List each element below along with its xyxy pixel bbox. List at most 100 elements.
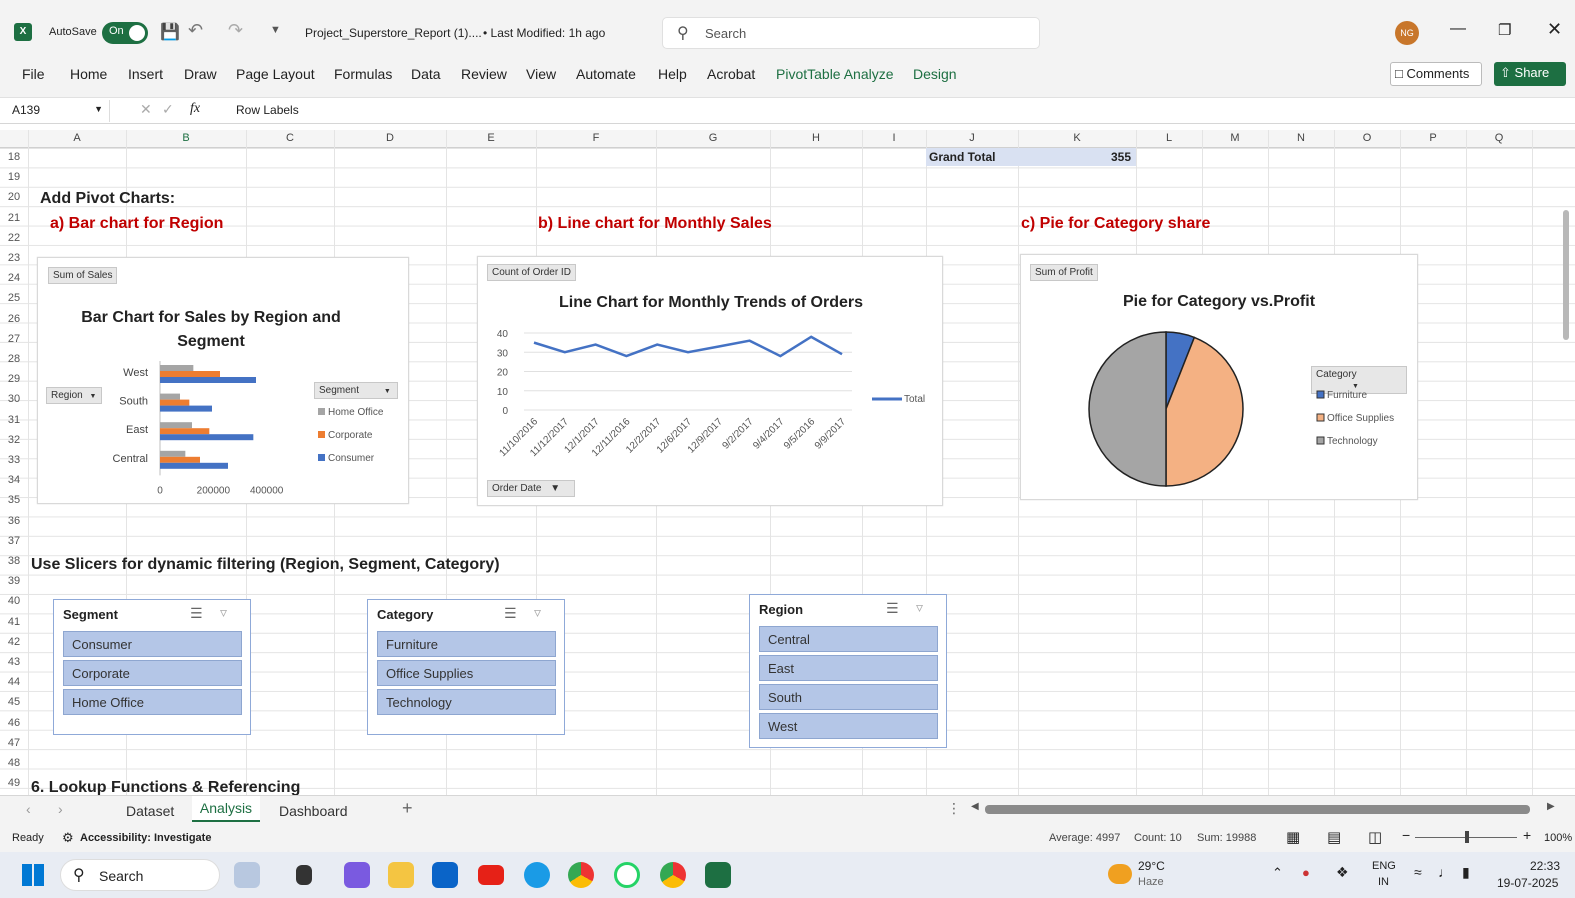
slicer-item[interactable]: Consumer <box>63 631 242 657</box>
slicer-item[interactable]: Corporate <box>63 660 242 686</box>
row-header[interactable]: 23 <box>0 252 28 264</box>
status-count[interactable]: Count: 10 <box>1134 832 1182 844</box>
row-header[interactable]: 42 <box>0 636 28 648</box>
page-break-view-icon[interactable]: ◫ <box>1368 828 1382 846</box>
whatsapp-icon[interactable] <box>614 862 640 888</box>
wifi-icon[interactable]: ≈ <box>1414 864 1422 880</box>
column-header[interactable]: Q <box>1466 132 1532 144</box>
bar-chart-heading[interactable]: a) Bar chart for Region <box>50 215 223 233</box>
row-header[interactable]: 20 <box>0 191 28 203</box>
clock-date[interactable]: 19-07-2025 <box>1497 876 1558 890</box>
copilot-icon[interactable] <box>344 862 370 888</box>
row-header[interactable]: 21 <box>0 212 28 224</box>
outlook-icon[interactable] <box>432 862 458 888</box>
row-header[interactable]: 37 <box>0 535 28 547</box>
windows-start-icon[interactable] <box>22 864 44 886</box>
menu-insert[interactable]: Insert <box>128 66 163 82</box>
battery-icon[interactable]: ▮ <box>1462 864 1470 881</box>
column-header[interactable]: F <box>536 132 656 144</box>
save-icon[interactable]: 💾 <box>160 22 180 42</box>
enter-icon[interactable]: ✓ <box>162 101 174 118</box>
sheet-tab-dataset[interactable]: Dataset <box>126 803 174 819</box>
scroll-right-icon[interactable]: ▶ <box>1547 801 1555 812</box>
row-header[interactable]: 29 <box>0 373 28 385</box>
bar-chart[interactable]: Sum of Sales Bar Chart for Sales by Regi… <box>37 257 409 504</box>
slicer-item[interactable]: Technology <box>377 689 556 715</box>
add-sheet-icon[interactable]: + <box>402 798 413 819</box>
column-header[interactable]: K <box>1018 132 1136 144</box>
multi-select-icon[interactable]: ☰ <box>190 605 203 622</box>
grand-total-value[interactable]: 355 <box>1111 150 1131 164</box>
slicer-item[interactable]: East <box>759 655 938 681</box>
row-header[interactable]: 32 <box>0 434 28 446</box>
row-header[interactable]: 31 <box>0 414 28 426</box>
row-header[interactable]: 26 <box>0 313 28 325</box>
column-header[interactable]: L <box>1136 132 1202 144</box>
search-box[interactable]: ⚲ Search <box>662 17 1040 49</box>
row-header[interactable]: 24 <box>0 272 28 284</box>
line-chart-heading[interactable]: b) Line chart for Monthly Sales <box>538 215 772 233</box>
sheet-tab-dashboard[interactable]: Dashboard <box>279 803 348 819</box>
row-header[interactable]: 41 <box>0 616 28 628</box>
row-header[interactable]: 44 <box>0 676 28 688</box>
menu-page-layout[interactable]: Page Layout <box>236 66 315 82</box>
add-pivot-heading[interactable]: Add Pivot Charts: <box>40 190 175 208</box>
cancel-icon[interactable]: ✕ <box>140 101 152 118</box>
widgets-icon[interactable] <box>234 862 260 888</box>
column-header[interactable]: P <box>1400 132 1466 144</box>
segment-slicer[interactable]: Segment ☰ ▿ Consumer Corporate Home Offi… <box>53 599 251 735</box>
column-header[interactable]: I <box>862 132 926 144</box>
excel-taskbar-icon[interactable] <box>705 862 731 888</box>
customize-icon[interactable]: ▼ <box>270 24 281 36</box>
next-sheet-icon[interactable]: › <box>58 801 63 817</box>
row-header[interactable]: 36 <box>0 515 28 527</box>
column-header[interactable]: H <box>770 132 862 144</box>
menu-design[interactable]: Design <box>913 66 957 82</box>
multi-select-icon[interactable]: ☰ <box>504 605 517 622</box>
column-header[interactable]: B <box>126 132 246 144</box>
modified-info[interactable]: • Last Modified: 1h ago <box>483 26 605 40</box>
accessibility-icon[interactable]: ⚙ <box>62 830 74 846</box>
tray-app-icon[interactable]: ● <box>1302 865 1310 880</box>
chrome-profile-icon[interactable] <box>660 862 686 888</box>
row-header[interactable]: 18 <box>0 151 28 163</box>
avatar[interactable]: NG <box>1395 21 1419 45</box>
row-header[interactable]: 38 <box>0 555 28 567</box>
row-header[interactable]: 28 <box>0 353 28 365</box>
row-header[interactable]: 27 <box>0 333 28 345</box>
file-explorer-icon[interactable] <box>388 862 414 888</box>
menu-review[interactable]: Review <box>461 66 507 82</box>
language-label[interactable]: ENG <box>1372 860 1396 872</box>
status-sum[interactable]: Sum: 19988 <box>1197 832 1256 844</box>
row-header[interactable]: 34 <box>0 474 28 486</box>
column-header[interactable]: D <box>334 132 446 144</box>
column-header[interactable]: O <box>1334 132 1400 144</box>
slicer-item[interactable]: Central <box>759 626 938 652</box>
menu-help[interactable]: Help <box>658 66 687 82</box>
row-header[interactable]: 46 <box>0 717 28 729</box>
slicers-heading[interactable]: Use Slicers for dynamic filtering (Regio… <box>31 556 500 574</box>
row-header[interactable]: 22 <box>0 232 28 244</box>
pie-chart-heading[interactable]: c) Pie for Category share <box>1021 215 1210 233</box>
youtube-icon[interactable] <box>478 865 504 885</box>
row-header[interactable]: 45 <box>0 696 28 708</box>
column-header[interactable]: A <box>28 132 126 144</box>
multi-select-icon[interactable]: ☰ <box>886 600 899 617</box>
row-header[interactable]: 35 <box>0 494 28 506</box>
normal-view-icon[interactable]: ▦ <box>1286 828 1300 846</box>
clear-filter-icon[interactable]: ▿ <box>916 599 923 616</box>
line-chart[interactable]: Count of Order ID Line Chart for Monthly… <box>477 256 943 506</box>
menu-home[interactable]: Home <box>70 66 107 82</box>
close-icon[interactable]: ✕ <box>1547 19 1562 40</box>
row-header[interactable]: 39 <box>0 575 28 587</box>
region-label[interactable]: IN <box>1378 876 1389 888</box>
scroll-left-icon[interactable]: ◀ <box>971 801 979 812</box>
row-header[interactable]: 48 <box>0 757 28 769</box>
status-average[interactable]: Average: 4997 <box>1049 832 1120 844</box>
menu-automate[interactable]: Automate <box>576 66 636 82</box>
menu-acrobat[interactable]: Acrobat <box>707 66 755 82</box>
vertical-scrollbar[interactable] <box>1563 210 1569 340</box>
more-icon[interactable]: ⋮ <box>947 800 961 817</box>
name-box[interactable]: A139 ▼ <box>6 100 110 122</box>
task-view-icon[interactable] <box>296 865 312 885</box>
